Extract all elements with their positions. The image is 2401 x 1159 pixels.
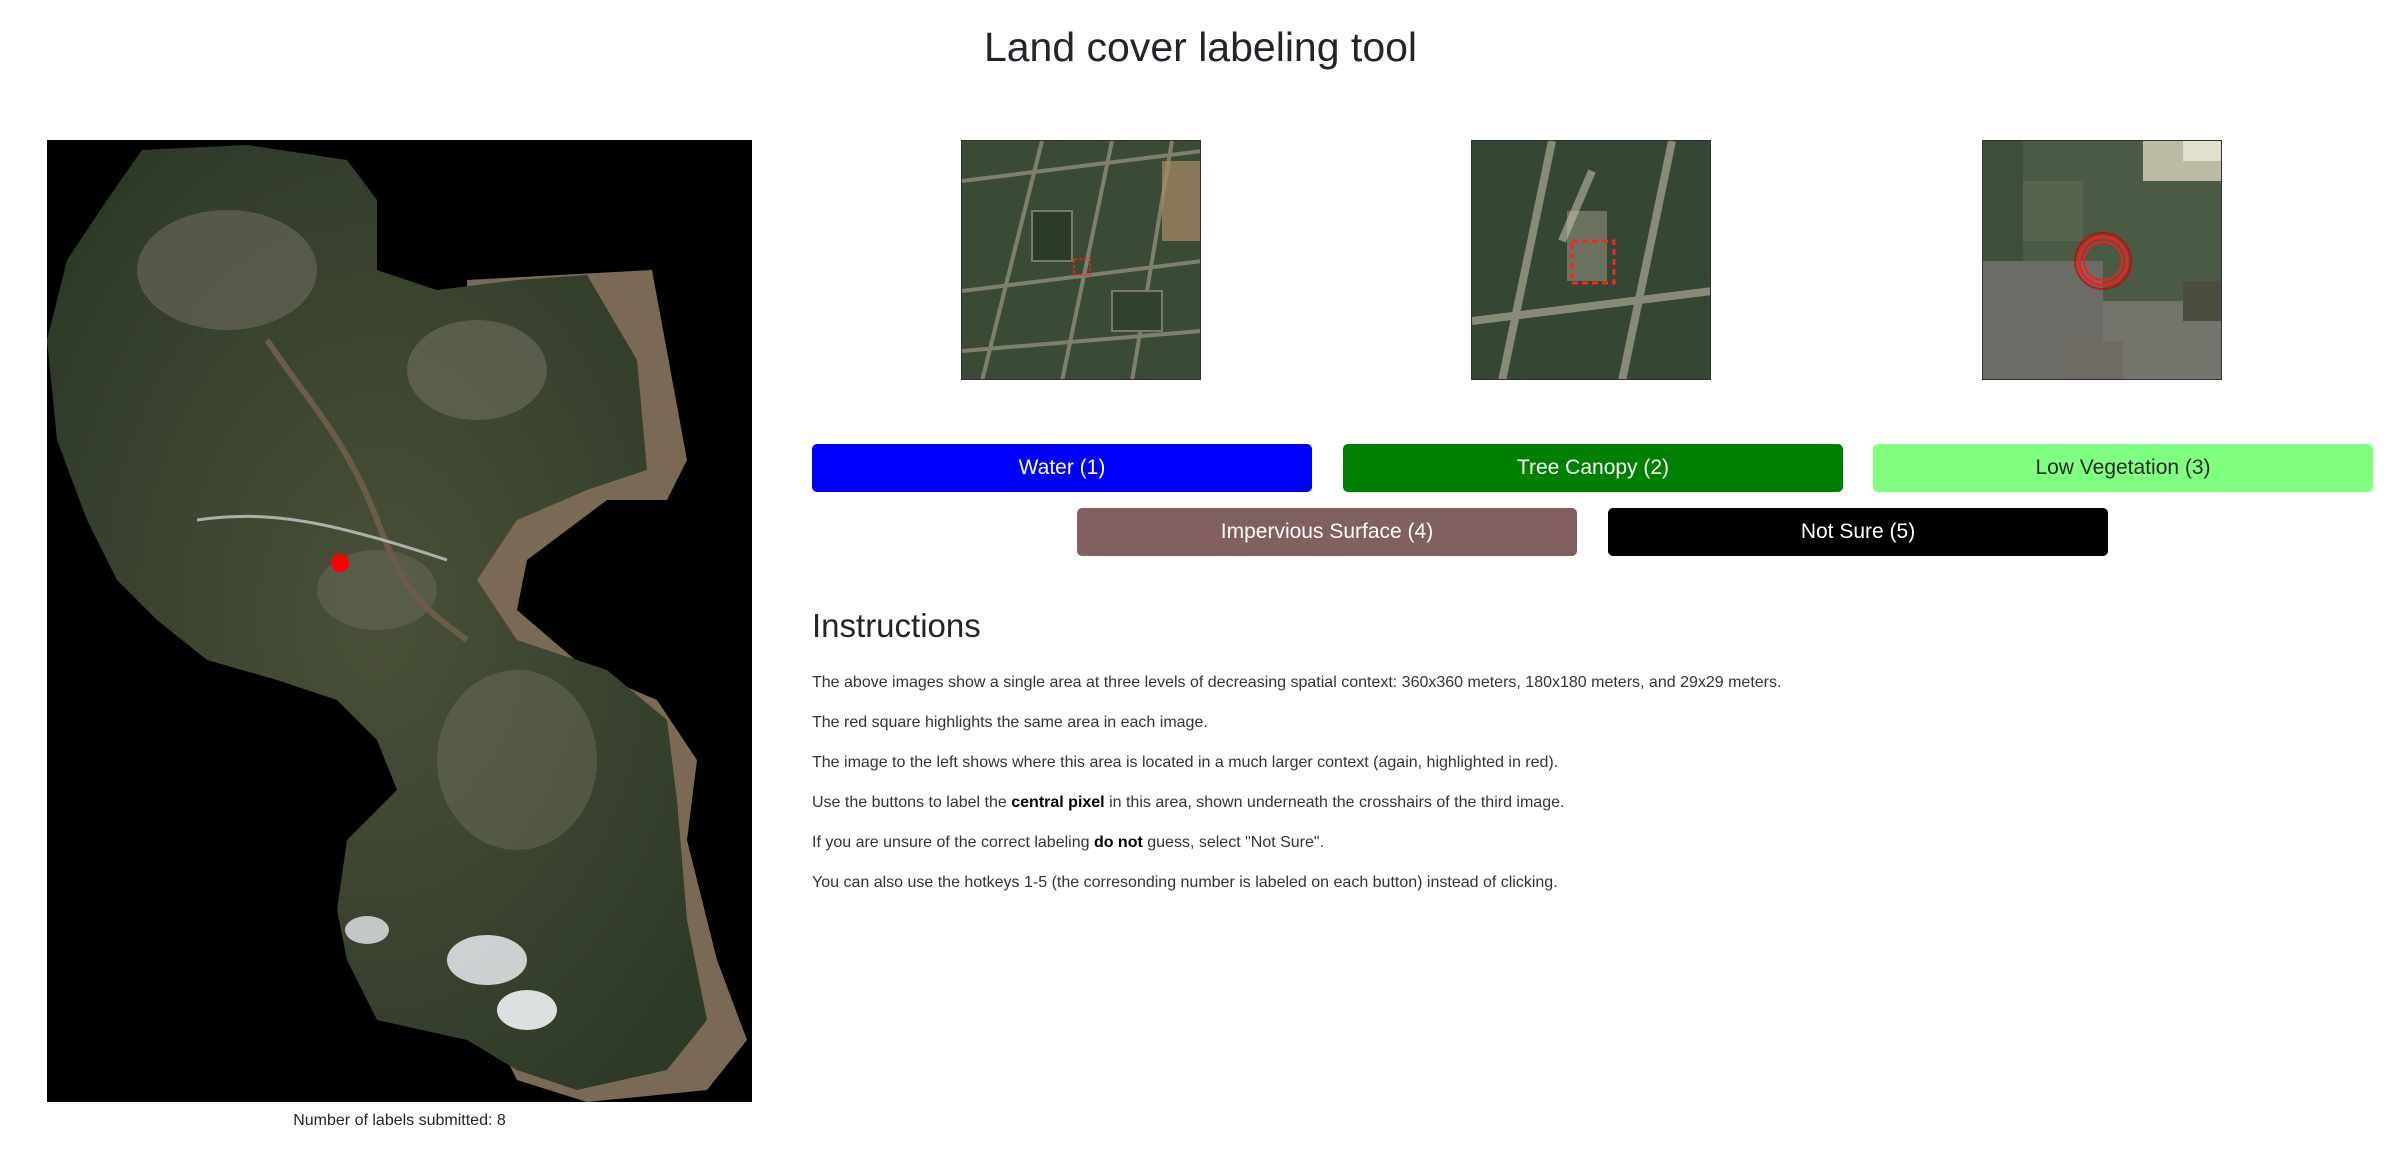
instruction-not-sure: If you are unsure of the correct labelin… — [812, 834, 1325, 851]
context-image-small — [1982, 140, 2222, 380]
overview-map — [47, 140, 752, 1102]
location-marker — [331, 554, 349, 572]
page: Land cover labeling tool Number of label… — [0, 0, 2401, 1159]
instruction-central-pixel: Use the buttons to label the central pix… — [812, 794, 1565, 811]
instruction-left-image: The image to the left shows where this a… — [812, 754, 1559, 771]
page-title: Land cover labeling tool — [983, 24, 1418, 70]
context-image-large — [961, 140, 1201, 380]
instruction-hotkeys: You can also use the hotkeys 1-5 (the co… — [812, 874, 1558, 891]
overview-map-image — [47, 140, 752, 1102]
context-image-medium — [1471, 140, 1711, 380]
instruction-red-square: The red square highlights the same area … — [812, 714, 1208, 731]
instructions-panel: Instructions The above images show a sin… — [812, 602, 2312, 912]
tree-canopy-button[interactable]: Tree Canopy (2) — [1343, 444, 1843, 492]
instruction-context-levels: The above images show a single area at t… — [812, 674, 1782, 691]
water-button[interactable]: Water (1) — [812, 444, 1312, 492]
labels-submitted-count: Number of labels submitted: 8 — [293, 1112, 506, 1129]
impervious-surface-button[interactable]: Impervious Surface (4) — [1077, 508, 1577, 556]
not-sure-button[interactable]: Not Sure (5) — [1608, 508, 2108, 556]
instructions-heading: Instructions — [812, 607, 981, 644]
low-vegetation-button[interactable]: Low Vegetation (3) — [1873, 444, 2373, 492]
